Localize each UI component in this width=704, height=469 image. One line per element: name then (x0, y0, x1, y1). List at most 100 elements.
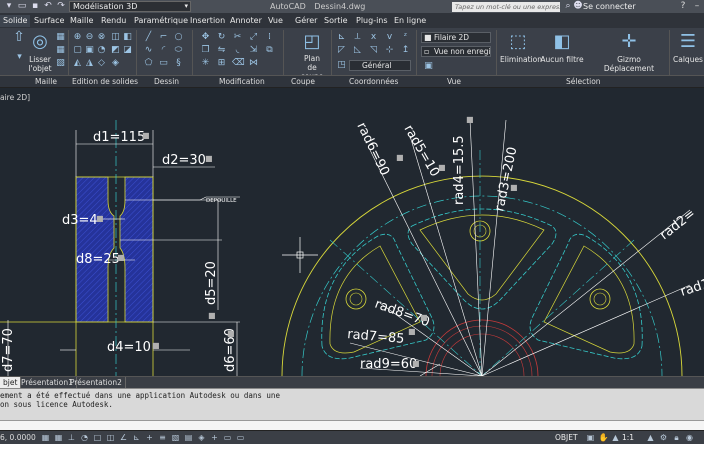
panel-label-vue[interactable]: Vue (447, 77, 461, 87)
viewport-label[interactable]: aire 2D] (0, 93, 30, 102)
tab-en-ligne[interactable]: En ligne (394, 15, 426, 27)
tab-insertion[interactable]: Insertion (190, 15, 225, 27)
command-input[interactable] (0, 420, 704, 430)
named-view-selector[interactable]: ▫ Vue non enregis (421, 46, 491, 57)
panel-label-maille[interactable]: Maille (35, 77, 57, 87)
ucs-z-icon[interactable]: ᶻ (400, 32, 411, 43)
transparency-icon[interactable]: ▧ (170, 433, 181, 443)
fillet-icon[interactable]: ◟ (232, 45, 243, 56)
tab-annoter[interactable]: Annoter (230, 15, 262, 27)
tab-solide[interactable]: Solide (0, 15, 31, 27)
section-plane-button[interactable]: ◰ Plande coupe (296, 31, 328, 81)
ucs-x-icon[interactable]: ⅹ (368, 32, 379, 43)
interfere-icon[interactable]: ◧ (122, 32, 133, 43)
sign-in-link[interactable]: Se connecter (583, 1, 636, 12)
model-space-indicator[interactable]: OBJET (555, 432, 578, 444)
workspace-icon[interactable]: ⚙ (658, 433, 669, 443)
dim-rad4[interactable]: rad4=15.5 (452, 135, 467, 205)
lock-ui-icon[interactable]: 🔒︎ (671, 433, 682, 443)
check-icon[interactable]: ◈ (110, 58, 121, 69)
ucs-zaxis-icon[interactable]: ↥ (400, 45, 411, 56)
filter-button[interactable]: ◧ Aucun filtre (540, 31, 584, 64)
separate-icon[interactable]: ◭ (72, 58, 83, 69)
move-icon[interactable]: ✥ (200, 32, 211, 43)
save-icon[interactable]: ▪ (29, 1, 41, 12)
tab-presentation2[interactable]: Présentation2 (67, 377, 126, 388)
panel-label-dessin[interactable]: Dessin (154, 77, 179, 87)
ucs-selector[interactable]: Général (349, 60, 411, 71)
dim-rad5[interactable]: rad5=10 (401, 123, 443, 180)
annotation-visibility-icon[interactable]: ▲ (645, 433, 656, 443)
tab-parametrique[interactable]: Paramétrique (134, 15, 188, 27)
culling-button[interactable]: ⬚ Elimination (500, 31, 542, 64)
chamfer-edge-icon[interactable]: ◩ (110, 45, 121, 56)
fillet-edge-icon[interactable]: ◔ (96, 45, 107, 56)
otrack-icon[interactable]: ∠ (118, 433, 129, 443)
draft-note[interactable]: DEPOUILLE (206, 198, 237, 204)
osnap-icon[interactable]: □ (92, 433, 103, 443)
grid-icon[interactable]: ▦ (53, 433, 64, 443)
dim-rad6[interactable]: rad6=90 (353, 120, 392, 178)
search-input[interactable]: Tapez un mot-clé ou une expression (452, 2, 560, 12)
dim-rad2[interactable]: rad2= (657, 206, 698, 243)
annotation-icon[interactable]: ▲ (610, 433, 621, 443)
polygon-icon[interactable]: ⬠ (143, 58, 154, 69)
scale-icon[interactable]: ⤢ (248, 32, 259, 43)
subtract-icon[interactable]: ⊖ (84, 32, 95, 43)
panel-label-coupe[interactable]: Coupe (291, 77, 315, 87)
arc-icon[interactable]: ◜ (158, 45, 169, 56)
app-menu-icon[interactable]: ▾ (3, 1, 15, 12)
ucs-y-icon[interactable]: ⅴ (384, 32, 395, 43)
snap-icon[interactable]: ▦ (40, 433, 51, 443)
polar-icon[interactable]: ◔ (79, 433, 90, 443)
open-icon[interactable]: ▭ (16, 1, 28, 12)
tab-sortie[interactable]: Sortie (324, 15, 348, 27)
dim-d4[interactable]: d4=10 (107, 340, 151, 355)
tab-vue[interactable]: Vue (268, 15, 283, 27)
extrude-icon[interactable]: ⇧ (12, 30, 26, 50)
viewport-config-icon[interactable]: ▣ (423, 61, 434, 72)
ucs-face-icon[interactable]: ◸ (336, 45, 347, 56)
dim-d2[interactable]: d2=30 (162, 153, 206, 168)
mesh-icon-1[interactable]: ▦ (55, 32, 66, 43)
offset-edge-icon[interactable]: ◪ (122, 45, 133, 56)
annotation-scale[interactable]: 1:1 (622, 432, 634, 444)
trim-icon[interactable]: ✂ (232, 32, 243, 43)
smooth-object-button[interactable]: ◎ Lisser l'objet (27, 31, 53, 73)
polyline-icon[interactable]: ⌐ (158, 32, 169, 43)
layout-icon[interactable]: ▭ (235, 433, 246, 443)
ortho-icon[interactable]: ⊥ (66, 433, 77, 443)
circle-icon[interactable]: ○ (173, 32, 184, 43)
ducs-icon[interactable]: ⊾ (131, 433, 142, 443)
drawing-canvas[interactable]: d1=115 d2=30 d3=4 d8=25 d4=10 d5=20 d6=6… (0, 88, 704, 376)
imprint-icon[interactable]: ▣ (84, 45, 95, 56)
dim-rad7[interactable]: rad7=85 (347, 327, 405, 347)
dim-d8[interactable]: d8=25 (76, 252, 120, 267)
undo-icon[interactable]: ↶ (42, 1, 54, 12)
visual-style-selector[interactable]: ■ Filaire 2D (421, 32, 491, 43)
tab-plug-ins[interactable]: Plug-ins (356, 15, 388, 27)
ucs-icon[interactable]: ⊾ (336, 32, 347, 43)
rotate-icon[interactable]: ↻ (216, 32, 227, 43)
redo-icon[interactable]: ↷ (55, 1, 67, 12)
isolate-icon[interactable]: ◉ (684, 433, 695, 443)
panel-label-coordonnees[interactable]: Coordonnées (349, 77, 398, 87)
panel-label-edition-solides[interactable]: Edition de solides (72, 77, 138, 87)
dim-d1[interactable]: d1=115 (93, 130, 145, 145)
union-icon[interactable]: ⊕ (72, 32, 83, 43)
tab-maille[interactable]: Maille (70, 15, 93, 27)
panel-label-modification[interactable]: Modification (219, 77, 265, 87)
mesh-icon-2[interactable]: ▦ (55, 45, 66, 56)
viewport-scale-icon[interactable]: ▣ (585, 433, 596, 443)
workspace-selector[interactable]: Modélisation 3D ▾ (69, 1, 191, 12)
layers-button[interactable]: ☰ Calques (672, 31, 704, 64)
ucs-view-icon[interactable]: ◹ (368, 45, 379, 56)
model-icon[interactable]: ▭ (222, 433, 233, 443)
align-icon[interactable]: ⊞ (216, 58, 227, 69)
explode-icon[interactable]: ✳ (200, 58, 211, 69)
dyn-icon[interactable]: + (144, 433, 155, 443)
slice-icon[interactable]: ◫ (110, 32, 121, 43)
dim-rad9[interactable]: rad9=60 (360, 357, 417, 372)
ellipse-icon[interactable]: ⬭ (173, 45, 184, 56)
array-icon[interactable]: ⁞ (264, 32, 275, 43)
